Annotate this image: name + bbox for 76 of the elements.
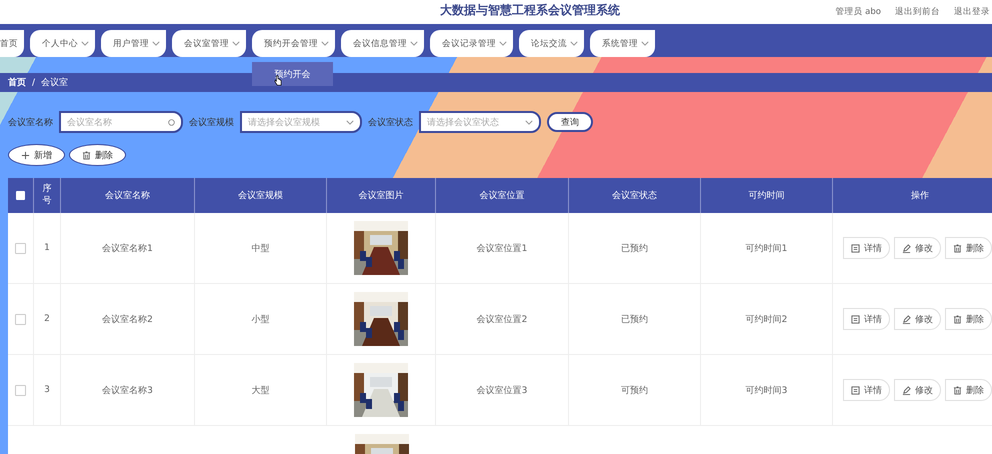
table-cell-text: 会议室名称1 [102,242,153,254]
select-all-checkbox[interactable] [16,191,25,200]
menu-item[interactable]: 预约开会 [252,62,333,86]
header-link[interactable]: 退出登录 [954,6,990,18]
breadcrumb-separator: / [32,78,36,88]
edit-button[interactable]: 修改 [894,237,941,259]
table-cell-text: 可约时间2 [746,314,788,326]
search-label: 会议室名称 [8,116,53,128]
delete-button[interactable]: 删除 [945,308,992,330]
column-header: 可约时间 [748,190,784,202]
document-icon [851,386,860,394]
search-button[interactable]: 查询 [547,112,593,132]
plus-icon [21,150,30,160]
column-header: 会议室名称 [105,190,150,202]
nav-tab[interactable]: 会议记录管理 [430,30,513,57]
app-title: 大数据与智慧工程系会议管理系统 [439,2,620,19]
trash-icon [953,386,962,394]
header-link[interactable]: 退出到前台 [895,6,940,18]
row-checkbox[interactable] [15,384,26,396]
delete-button[interactable]: 删除 [69,144,126,166]
detail-button[interactable]: 详情 [843,308,890,330]
column-header: 会议室规模 [238,190,283,202]
column-header: 会议室图片 [358,190,404,202]
trash-icon [953,314,962,324]
delete-button[interactable]: 删除 [945,379,992,401]
pencil-icon [902,244,911,252]
column-header: 会议室状态 [612,190,657,202]
pencil-icon [902,386,911,394]
table-cell: 2 [44,314,50,324]
table-cell-text: 已预约 [621,314,648,326]
table-cell-text: 小型 [252,314,270,326]
pencil-icon [902,314,911,324]
table-cell-text: 会议室名称3 [102,384,153,396]
add-button[interactable]: 新增 [8,144,65,166]
user-label: 管理员 abo [835,6,881,18]
breadcrumb-item[interactable]: 首页 [8,76,26,89]
edit-button[interactable]: 修改 [894,308,941,330]
detail-button[interactable]: 详情 [843,237,890,259]
search-label: 会议室状态 [368,116,413,128]
nav-tab[interactable]: 预约开会管理 [252,30,335,57]
clear-icon [168,118,175,126]
nav-tab[interactable]: 个人中心 [30,30,95,57]
trash-icon [82,150,91,160]
row-checkbox[interactable] [15,314,26,324]
document-icon [851,244,860,252]
edit-button[interactable]: 修改 [894,379,941,401]
search-label: 会议室规模 [189,116,234,128]
table-cell-text: 会议室位置2 [476,314,528,326]
column-header: 会议室位置 [480,190,524,202]
breadcrumb-item[interactable]: 会议室 [41,76,68,89]
column-header: 操作 [911,190,929,202]
chevron-down-icon [346,120,354,124]
nav-tab[interactable]: 系统管理 [590,30,655,57]
table-cell: 1 [44,243,50,253]
nav-tab[interactable]: 首页 [0,30,24,57]
row-checkbox[interactable] [15,242,26,254]
delete-button[interactable]: 删除 [945,237,992,259]
nav-tab[interactable]: 论坛交流 [519,30,584,57]
table-cell-text: 会议室名称2 [102,314,153,326]
table-cell-text: 可约时间3 [746,384,788,396]
detail-button[interactable]: 详情 [843,379,890,401]
table-cell-text: 可预约 [621,384,648,396]
table-cell-text: 可约时间1 [746,242,788,254]
table-cell-text: 已预约 [621,242,648,254]
trash-icon [953,244,962,252]
chevron-down-icon [525,120,533,124]
table-cell-text: 会议室位置3 [476,384,528,396]
document-icon [851,314,860,324]
table-cell-text: 大型 [252,384,270,396]
table-cell-text: 中型 [252,242,270,254]
nav-tab[interactable]: 会议信息管理 [341,30,424,57]
column-header: 序号 [42,184,52,208]
table-cell-text: 会议室位置1 [476,242,528,254]
table-cell: 3 [44,385,50,395]
nav-tab[interactable]: 会议室管理 [172,30,246,57]
nav-tab[interactable]: 用户管理 [101,30,166,57]
